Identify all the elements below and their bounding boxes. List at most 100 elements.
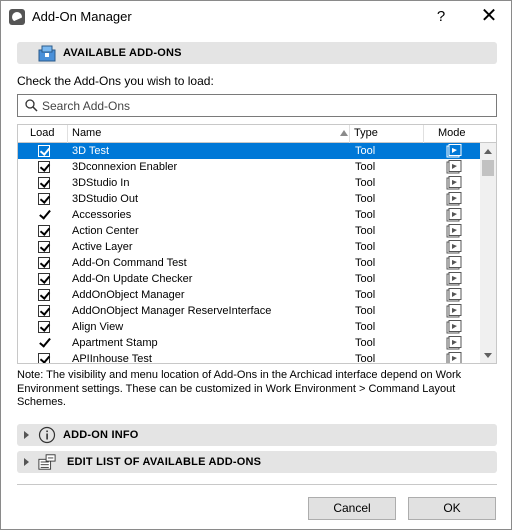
add-on-name: APIInhouse Test: [72, 353, 152, 364]
search-icon: [25, 99, 38, 112]
add-on-name: Add-On Command Test: [72, 257, 187, 269]
footer-divider: [17, 484, 497, 485]
list-row[interactable]: 3DStudio In Tool: [18, 175, 480, 191]
mode-icon[interactable]: [446, 288, 462, 302]
add-on-name: Apartment Stamp: [72, 337, 158, 349]
scroll-thumb[interactable]: [482, 160, 494, 176]
add-on-name: AddOnObject Manager ReserveInterface: [72, 305, 272, 317]
mode-icon[interactable]: [446, 192, 462, 206]
mode-icon[interactable]: [446, 176, 462, 190]
mode-icon[interactable]: [446, 272, 462, 286]
list-scrollbar[interactable]: [480, 143, 496, 363]
add-on-type: Tool: [355, 337, 376, 349]
list-row[interactable]: 3D Test Tool: [18, 143, 480, 159]
add-on-name: AddOnObject Manager: [72, 289, 185, 301]
help-button[interactable]: ?: [421, 1, 461, 32]
list-header: Load Name Type Mode: [18, 125, 496, 143]
mode-icon[interactable]: [446, 256, 462, 270]
list-row[interactable]: AddOnObject Manager ReserveInterface Tool: [18, 303, 480, 319]
add-on-type: Tool: [355, 353, 376, 364]
mode-icon[interactable]: [446, 160, 462, 174]
list-row[interactable]: AddOnObject Manager Tool: [18, 287, 480, 303]
archicad-app-icon: [9, 9, 25, 25]
load-checkbox[interactable]: [38, 289, 50, 301]
cancel-button[interactable]: Cancel: [308, 497, 396, 520]
load-checkbox[interactable]: [38, 273, 50, 285]
add-on-type: Tool: [355, 321, 376, 333]
mode-icon[interactable]: [446, 208, 462, 222]
add-ons-list: Load Name Type Mode 3D Test Tool 3Dconnexi…: [17, 124, 497, 364]
load-checkbox[interactable]: [38, 193, 50, 205]
load-checkbox[interactable]: [38, 177, 50, 189]
mode-icon[interactable]: [446, 224, 462, 238]
list-row[interactable]: Active Layer Tool: [18, 239, 480, 255]
add-on-type: Tool: [355, 305, 376, 317]
load-checkbox[interactable]: [38, 257, 50, 269]
mode-icon[interactable]: [446, 336, 462, 350]
mode-icon[interactable]: [446, 240, 462, 254]
load-checkbox[interactable]: [38, 305, 50, 317]
edit-list-label: EDIT LIST OF AVAILABLE ADD-ONS: [67, 456, 262, 468]
mode-icon[interactable]: [446, 352, 462, 364]
mode-icon[interactable]: [446, 144, 462, 158]
scroll-up-icon[interactable]: [484, 149, 492, 154]
add-on-type: Tool: [355, 145, 376, 157]
list-row[interactable]: Align View Tool: [18, 319, 480, 335]
load-checkbox[interactable]: [38, 145, 50, 157]
column-header-load[interactable]: Load: [18, 125, 68, 143]
search-box[interactable]: [17, 94, 497, 117]
list-row[interactable]: Action Center Tool: [18, 223, 480, 239]
title-bar: Add-On Manager ? ✕: [1, 1, 511, 32]
list-row[interactable]: Accessories Tool: [18, 207, 480, 223]
add-on-name: Align View: [72, 321, 124, 333]
add-on-type: Tool: [355, 193, 376, 205]
list-row[interactable]: APIInhouse Test Tool: [18, 351, 480, 364]
list-row[interactable]: 3DStudio Out Tool: [18, 191, 480, 207]
info-icon: [38, 426, 56, 444]
sort-ascending-icon: [340, 130, 348, 136]
edit-list-section[interactable]: EDIT LIST OF AVAILABLE ADD-ONS: [17, 451, 497, 473]
add-on-type: Tool: [355, 273, 376, 285]
close-button[interactable]: ✕: [467, 1, 511, 32]
expand-triangle-icon[interactable]: [24, 458, 29, 466]
loaded-checkmark-icon[interactable]: [38, 335, 50, 349]
add-on-name: Accessories: [72, 209, 132, 221]
add-on-name: 3DStudio Out: [72, 193, 139, 205]
list-row[interactable]: Apartment Stamp Tool: [18, 335, 480, 351]
add-on-type: Tool: [355, 177, 376, 189]
add-on-info-section[interactable]: ADD-ON INFO: [17, 424, 497, 446]
mode-icon[interactable]: [446, 320, 462, 334]
add-on-name: Add-On Update Checker: [72, 273, 193, 285]
add-on-type: Tool: [355, 225, 376, 237]
load-checkbox[interactable]: [38, 321, 50, 333]
available-add-ons-label: AVAILABLE ADD-ONS: [63, 47, 182, 59]
column-header-type[interactable]: Type: [350, 125, 424, 143]
list-row[interactable]: Add-On Update Checker Tool: [18, 271, 480, 287]
load-checkbox[interactable]: [38, 241, 50, 253]
add-on-type: Tool: [355, 289, 376, 301]
add-on-type: Tool: [355, 257, 376, 269]
instruction-text: Check the Add-Ons you wish to load:: [17, 74, 214, 88]
list-row[interactable]: Add-On Command Test Tool: [18, 255, 480, 271]
scroll-down-icon[interactable]: [484, 353, 492, 358]
ok-button[interactable]: OK: [408, 497, 496, 520]
list-row[interactable]: 3Dconnexion Enabler Tool: [18, 159, 480, 175]
load-checkbox[interactable]: [38, 161, 50, 173]
add-on-type: Tool: [355, 161, 376, 173]
load-checkbox[interactable]: [38, 353, 50, 363]
loaded-checkmark-icon[interactable]: [38, 207, 50, 221]
add-on-info-label: ADD-ON INFO: [63, 429, 139, 441]
column-header-mode[interactable]: Mode: [424, 125, 480, 143]
available-add-ons-header: AVAILABLE ADD-ONS: [17, 42, 497, 64]
expand-triangle-icon[interactable]: [24, 431, 29, 439]
list-rows: 3D Test Tool 3Dconnexion Enabler Tool 3DStud…: [18, 143, 480, 364]
add-on-name: 3D Test: [72, 145, 110, 157]
load-checkbox[interactable]: [38, 225, 50, 237]
add-on-manager-dialog: Add-On Manager ? ✕ AVAILABLE ADD-ONS Che…: [0, 0, 512, 530]
column-header-name[interactable]: Name: [68, 125, 350, 143]
mode-icon[interactable]: [446, 304, 462, 318]
add-on-type: Tool: [355, 209, 376, 221]
search-input[interactable]: [42, 97, 482, 114]
add-on-name: 3DStudio In: [72, 177, 130, 189]
add-on-name: Active Layer: [72, 241, 133, 253]
